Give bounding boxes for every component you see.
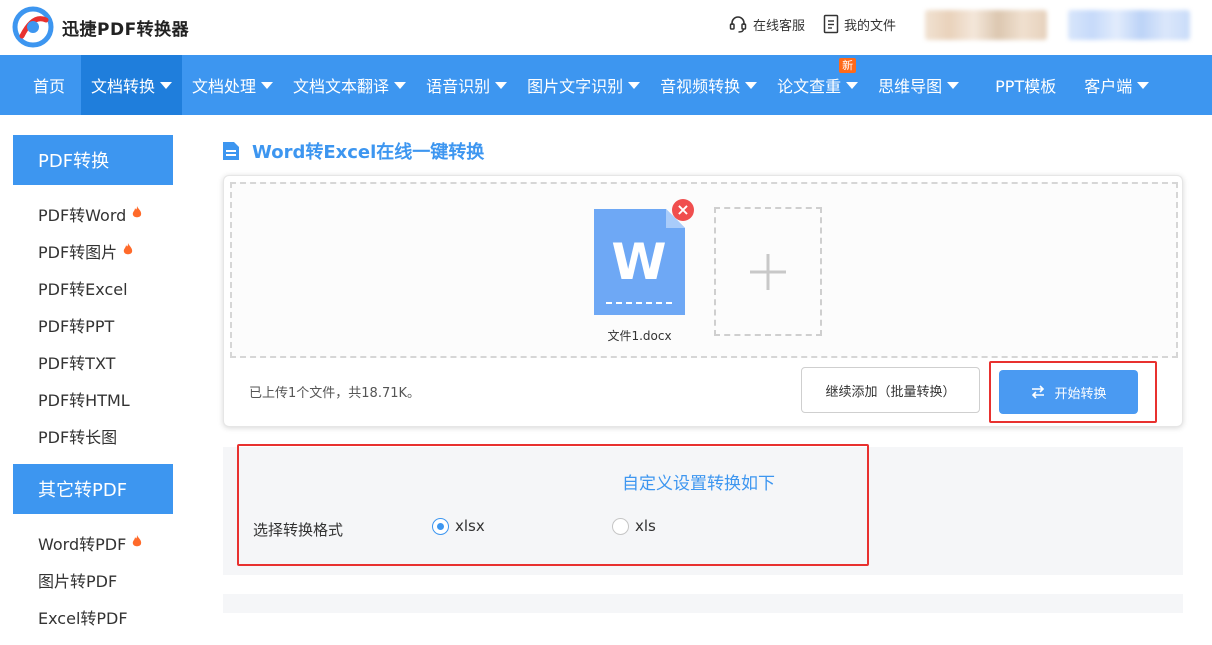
nav-doc-process[interactable]: 文档处理: [182, 55, 283, 115]
hot-flame-icon: [122, 241, 134, 260]
app-title: 迅捷PDF转换器: [62, 19, 190, 40]
user-info-redacted: [925, 10, 1047, 40]
sidebar-item-pdf-to-long-image[interactable]: PDF转长图: [13, 417, 173, 454]
nav-speech-recognition[interactable]: 语音识别: [416, 55, 517, 115]
caret-down-icon: [1137, 81, 1150, 89]
nav-image-ocr[interactable]: 图片文字识别: [517, 55, 650, 115]
my-files-label: 我的文件: [844, 18, 897, 34]
page-title: Word转Excel在线一键转换: [222, 138, 484, 164]
headset-icon: [729, 16, 747, 33]
nav-doc-translate[interactable]: 文档文本翻译: [283, 55, 416, 115]
word-file-icon: W: [594, 209, 685, 315]
sidebar-item-word-to-pdf[interactable]: Word转PDF: [13, 524, 173, 561]
nav-paper-check[interactable]: 论文查重 新: [767, 55, 868, 115]
format-radio-xls[interactable]: xls: [612, 517, 656, 535]
nav-doc-convert[interactable]: 文档转换: [81, 55, 183, 115]
remove-file-icon[interactable]: ×: [672, 199, 694, 221]
start-button-highlight: 开始转换: [989, 361, 1157, 423]
caret-down-icon: [261, 81, 274, 89]
my-files-link[interactable]: 我的文件: [823, 14, 896, 34]
sidebar-item-pdf-to-html[interactable]: PDF转HTML: [13, 380, 173, 417]
document-icon: [823, 14, 839, 34]
document-icon: [223, 142, 239, 160]
settings-highlight: [237, 444, 869, 566]
caret-down-icon: [628, 81, 641, 89]
online-service-label: 在线客服: [753, 18, 806, 34]
online-service-link[interactable]: 在线客服: [728, 14, 805, 34]
plus-icon: [750, 253, 786, 290]
sidebar-item-pdf-to-word[interactable]: PDF转Word: [13, 195, 173, 232]
sidebar-item-image-to-pdf[interactable]: 图片转PDF: [13, 561, 173, 598]
caret-down-icon: [846, 81, 859, 89]
sidebar: PDF转换 PDF转Word PDF转图片 PDF转Excel PDF转PPT …: [13, 135, 173, 645]
sidebar-item-pdf-to-excel[interactable]: PDF转Excel: [13, 269, 173, 306]
nav-ppt-templates[interactable]: PPT模板: [969, 55, 1074, 115]
logo-icon: [12, 6, 54, 48]
next-section-strip: [223, 594, 1183, 613]
upload-status: 已上传1个文件，共18.71K。: [249, 386, 421, 401]
caret-down-icon: [495, 81, 508, 89]
sidebar-item-pdf-to-txt[interactable]: PDF转TXT: [13, 343, 173, 380]
caret-down-icon: [745, 81, 758, 89]
uploaded-file: W 文件1.docx ×: [592, 199, 694, 344]
start-convert-button[interactable]: 开始转换: [999, 370, 1138, 414]
caret-down-icon: [394, 81, 407, 89]
hot-flame-icon: [131, 533, 143, 552]
sidebar-item-pdf-to-ppt[interactable]: PDF转PPT: [13, 306, 173, 343]
nav-av-convert[interactable]: 音视频转换: [650, 55, 767, 115]
upload-card: W 文件1.docx × 已上传1个文件，共18.71K。 继续添加（批量转换）…: [223, 175, 1183, 427]
sidebar-item-pdf-to-image[interactable]: PDF转图片: [13, 232, 173, 269]
main-nav: 首页 文档转换 文档处理 文档文本翻译 语音识别 图片文字识别 音视频转换 论文…: [0, 55, 1212, 115]
format-radio-xlsx[interactable]: xlsx: [432, 517, 485, 535]
nav-mindmap[interactable]: 思维导图: [868, 55, 969, 115]
sidebar-item-excel-to-pdf[interactable]: Excel转PDF: [13, 598, 173, 635]
svg-text:W: W: [611, 233, 666, 291]
radio-unchecked-icon: [612, 517, 629, 535]
radio-checked-icon: [432, 517, 449, 535]
sidebar-group-title: PDF转换: [13, 135, 173, 185]
user-account-redacted: [1068, 10, 1190, 40]
hot-flame-icon: [131, 204, 143, 223]
continue-add-button[interactable]: 继续添加（批量转换）: [801, 367, 980, 413]
nav-client[interactable]: 客户端: [1074, 55, 1159, 115]
settings-title: 自定义设置转换如下: [622, 474, 775, 494]
app-logo[interactable]: 迅捷PDF转换器: [12, 6, 189, 48]
add-file-button[interactable]: [714, 207, 822, 336]
caret-down-icon: [160, 81, 173, 89]
file-drop-zone[interactable]: W 文件1.docx ×: [230, 182, 1178, 358]
convert-settings: 自定义设置转换如下 选择转换格式 xlsx xls: [223, 444, 1183, 575]
convert-arrows-icon: [1032, 385, 1045, 399]
file-name: 文件1.docx: [607, 329, 672, 343]
caret-down-icon: [947, 81, 960, 89]
top-header: 迅捷PDF转换器 在线客服 我的文件: [0, 0, 1212, 55]
nav-home[interactable]: 首页: [0, 55, 81, 115]
format-label: 选择转换格式: [253, 521, 344, 539]
new-badge: 新: [839, 58, 857, 73]
sidebar-group-title: 其它转PDF: [13, 464, 173, 514]
